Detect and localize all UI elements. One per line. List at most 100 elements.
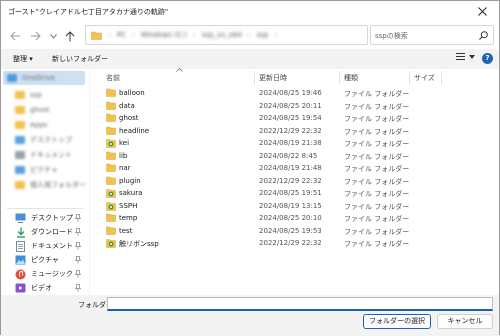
sidebar-item-label: ghost [30,106,50,114]
folder-icon [106,101,116,111]
download-icon [15,227,26,238]
pin-icon [75,284,81,292]
file-name: temp [119,214,138,222]
ghost-folder-icon [106,188,116,198]
file-date: 2024/08/25 19:51 [259,189,322,197]
sidebar-item-blurred[interactable]: OneDrive [7,71,55,85]
sidebar-item-label: 個人用フォルダー [30,181,86,189]
folder-icon [7,74,17,82]
pin-icon [75,256,81,264]
file-row[interactable]: plugin 2022/12/29 22:32 ファイル フォルダー [93,175,499,188]
pin-icon [75,214,81,222]
sidebar-item-downloads[interactable]: ダウンロード [15,225,87,239]
column-divider[interactable] [254,71,255,84]
sidebar-item-blurred[interactable]: Apps [15,118,47,132]
file-row[interactable]: balloon 2024/08/25 19:46 ファイル フォルダー [93,87,499,100]
breadcrumb-item[interactable]: PC [117,31,126,39]
sidebar-item-blurred[interactable]: ピクチャ [15,163,58,177]
folder-picker-dialog: ゴースト"クレイアドル七丁目アタカナ通りの軌跡" › PC › Windows … [0,0,500,336]
sidebar-item-blurred[interactable]: ssp [15,88,42,102]
sidebar-item-blurred[interactable]: デスクトップ [15,133,72,147]
file-row[interactable]: headline 2022/12/29 22:32 ファイル フォルダー [93,125,499,138]
file-row[interactable]: 触リボンssp 2022/12/29 22:32 ファイル フォルダー [93,237,499,250]
file-row[interactable]: nar 2024/08/19 21:48 ファイル フォルダー [93,162,499,175]
file-row[interactable]: test 2024/08/25 19:53 ファイル フォルダー [93,225,499,238]
breadcrumb-item[interactable]: ssp_xx_x64 [202,31,242,39]
search-box[interactable] [370,25,494,45]
sidebar-item-label: ドキュメント [31,242,73,250]
sidebar-item-blurred[interactable]: ghost [15,103,50,117]
file-row[interactable]: ghost 2024/08/25 19:54 ファイル フォルダー [93,112,499,125]
sidebar-item-label: ドキュメント [30,151,72,159]
file-name: sakura [119,189,143,197]
file-row[interactable]: lib 2024/08/22 8:45 ファイル フォルダー [93,150,499,163]
pin-icon [75,228,81,236]
up-button[interactable] [62,28,78,44]
file-date: 2024/08/25 20:10 [259,214,322,222]
help-icon[interactable]: ? [482,53,493,64]
forward-button[interactable] [27,28,43,44]
file-row[interactable]: data 2024/08/25 20:11 ファイル フォルダー [93,100,499,113]
window-title: ゴースト"クレイアドル七丁目アタカナ通りの軌跡" [8,8,169,16]
file-row[interactable]: kei 2024/08/19 21:38 ファイル フォルダー [93,137,499,150]
folder-icon [15,91,25,99]
sidebar-item-pictures[interactable]: ピクチャ [15,253,87,267]
file-row[interactable]: SSPH 2024/08/19 13:15 ファイル フォルダー [93,200,499,213]
organize-menu-button[interactable]: 整理 ▾ [13,54,33,64]
column-header-name[interactable]: 名前 [106,73,120,83]
file-name: balloon [119,89,145,97]
ghost-folder-icon [106,201,116,211]
breadcrumb-item[interactable]: Windows (C:) [141,31,187,39]
title-bar: ゴースト"クレイアドル七丁目アタカナ通りの軌跡" [1,1,499,23]
sidebar-item-desktop[interactable]: デスクトップ [15,211,87,225]
folder-icon [106,226,116,236]
close-button[interactable] [467,1,499,23]
blurred-nav-section: OneDrive ssp ghost Apps デスクトップドキュメントピクチャ個人用フ… [1,69,89,201]
column-header-date[interactable]: 更新日時 [259,73,287,83]
file-name: data [119,101,135,110]
file-name: plugin [119,176,141,185]
sidebar-item-label: OneDrive [22,74,55,82]
desktop-icon [15,213,26,224]
breadcrumb-item[interactable]: ssp [257,31,269,39]
ghost-folder-icon [106,138,116,148]
file-date: 2024/08/25 19:54 [259,114,322,122]
search-icon [479,31,488,40]
folder-name-input[interactable] [107,297,493,311]
music-icon [15,269,26,280]
search-input[interactable] [375,29,471,42]
file-name: headline [119,126,150,135]
sidebar-item-blurred[interactable]: ドキュメント [15,148,72,162]
sidebar-item-videos[interactable]: ビデオ [15,281,87,295]
recent-locations-button[interactable] [45,28,61,44]
column-divider[interactable] [339,71,340,84]
file-row[interactable]: temp 2024/08/25 20:10 ファイル フォルダー [93,212,499,225]
sidebar-item-label: ミュージック [31,270,73,278]
file-type: ファイル フォルダー [344,140,410,148]
cancel-button[interactable]: キャンセル [437,314,493,329]
column-divider[interactable] [409,71,410,84]
folder-icon [15,121,25,129]
sidebar-item-music[interactable]: ミュージック [15,267,87,281]
sidebar-item-documents[interactable]: ドキュメント [15,239,87,253]
navigation-bar: › PC › Windows (C:) › ssp_xx_x64 › ssp › [1,23,499,49]
file-date: 2024/08/22 8:45 [259,151,318,160]
file-name: kei [119,139,130,147]
column-divider[interactable] [441,71,442,84]
command-bar: 整理 ▾ 新しいフォルダー ? [1,49,499,69]
back-button[interactable] [7,28,23,44]
ghost-folder-icon [106,238,116,248]
file-date: 2022/12/29 22:32 [259,126,322,135]
address-bar[interactable]: › PC › Windows (C:) › ssp_xx_x64 › ssp › [85,25,441,45]
file-row[interactable]: sakura 2024/08/25 19:51 ファイル フォルダー [93,187,499,200]
column-header-type[interactable]: 種類 [344,73,358,83]
new-folder-button[interactable]: 新しいフォルダー [52,54,108,64]
folder-icon [106,88,116,98]
select-folder-button[interactable]: フォルダーの選択 [363,314,431,329]
file-rows: balloon 2024/08/25 19:46 ファイル フォルダー data 202… [93,87,499,250]
column-header-size[interactable]: サイズ [414,73,435,83]
file-type: ファイル フォルダー [344,240,410,248]
sidebar-item-label: ssp [30,91,42,99]
sidebar-item-blurred[interactable]: 個人用フォルダー [15,178,86,192]
view-options-button[interactable] [456,53,475,60]
